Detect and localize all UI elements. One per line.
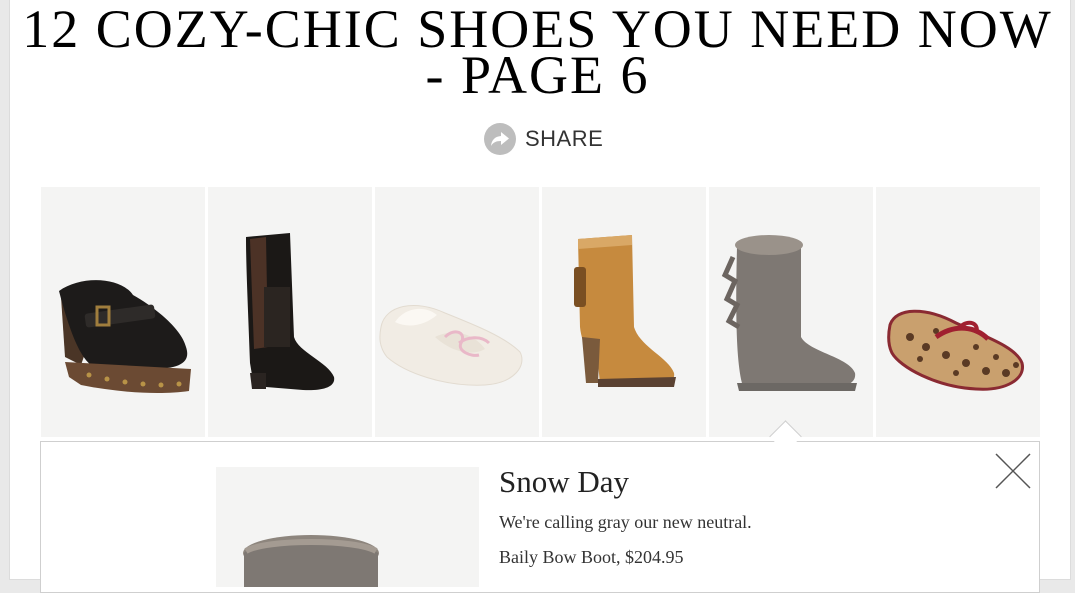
detail-title: Snow Day [499, 464, 630, 499]
detail-product-price: Baily Bow Boot, $204.95 [499, 547, 684, 567]
close-icon [995, 453, 1031, 489]
thumbnail-cream-moccasin-slipper[interactable] [375, 187, 539, 437]
leopard-print-moccasin-image [887, 309, 1024, 391]
gray-bailey-bow-boot-image [721, 235, 857, 391]
detail-product-image [216, 467, 479, 587]
cream-moccasin-slipper-image [379, 305, 523, 386]
thumbnail-gray-bailey-bow-boot[interactable] [709, 187, 873, 437]
page-title-line2: - PAGE 6 [425, 45, 650, 105]
thumbnail-leopard-print-moccasin[interactable] [876, 187, 1040, 437]
black-leather-clog-image [59, 280, 191, 393]
share-label: SHARE [525, 126, 604, 151]
page-title: 12 COZY-CHIC SHOES YOU NEED NOW - PAGE 6 [0, 2, 1075, 102]
share-button[interactable]: SHARE [484, 122, 603, 156]
thumbnail-tan-suede-heeled-boot[interactable] [542, 187, 706, 437]
black-tall-boot-image [246, 233, 335, 391]
thumbnail-black-leather-clog[interactable] [41, 187, 205, 437]
thumbnail-black-tall-boot[interactable] [208, 187, 372, 437]
share-icon [484, 123, 516, 155]
detail-description: We're calling gray our new neutral. [499, 512, 752, 532]
close-button[interactable] [994, 452, 1032, 490]
tan-suede-heeled-boot-image [574, 235, 676, 387]
thumbnail-strip [41, 187, 1041, 437]
